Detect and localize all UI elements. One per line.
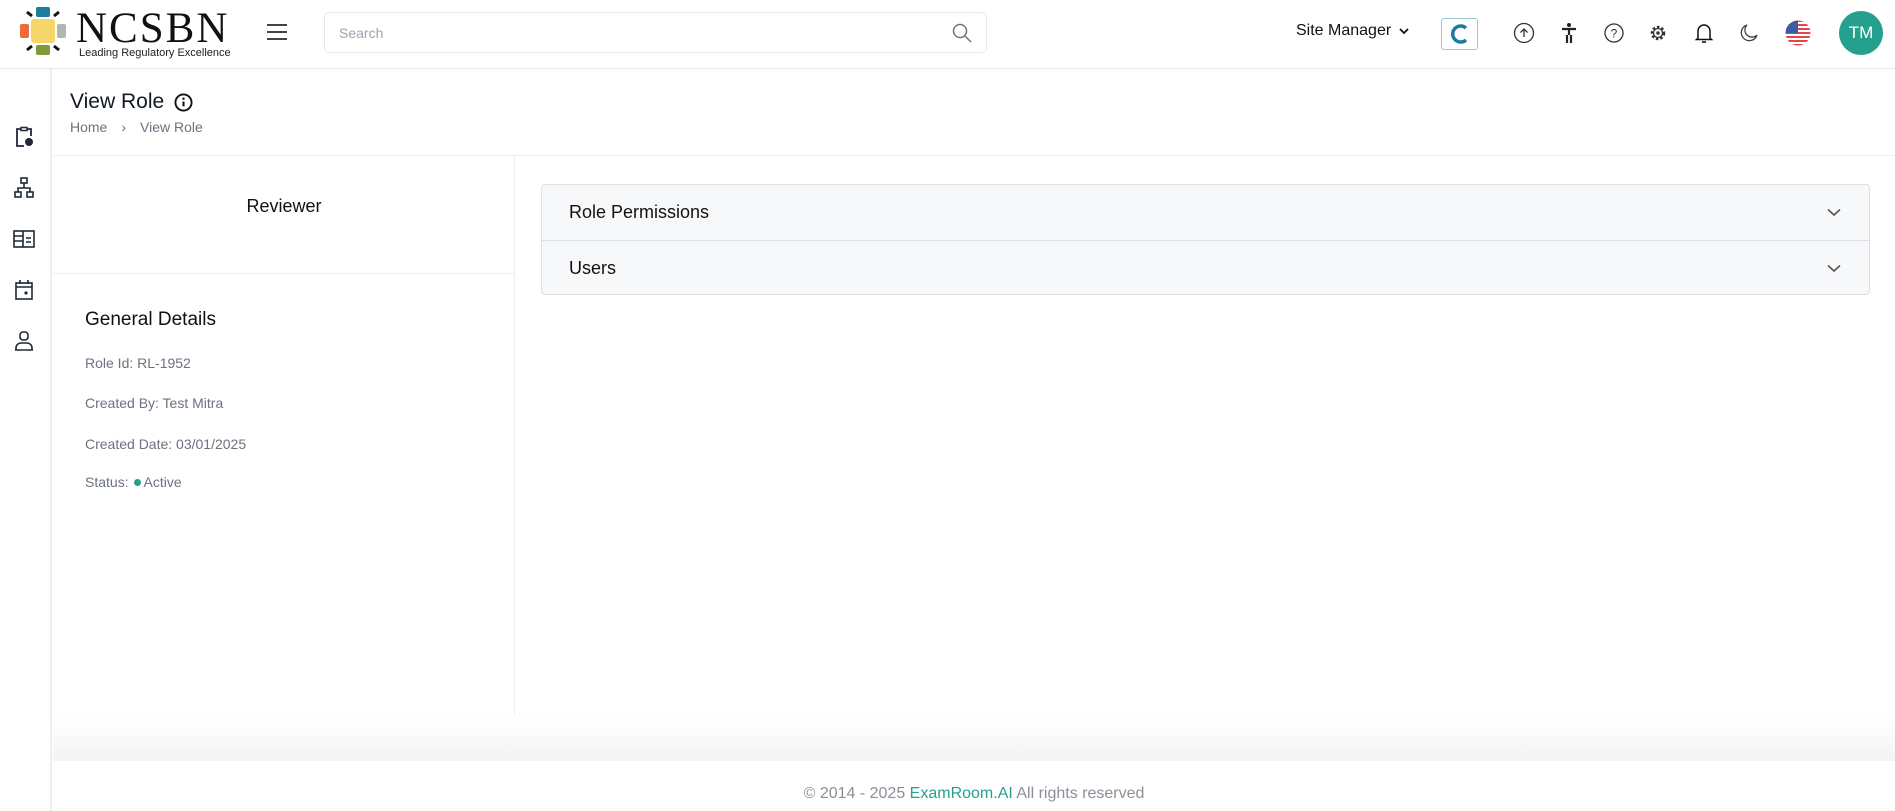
top-header: NCSBN Leading Regulatory Excellence Site… xyxy=(0,0,1895,69)
status-row: Status: Active xyxy=(85,474,182,490)
divider xyxy=(53,273,515,274)
footer-rights: All rights reserved xyxy=(1012,785,1145,802)
search-icon[interactable] xyxy=(952,23,972,43)
breadcrumb: Home › View Role xyxy=(70,119,203,135)
created-by: Created By: Test Mitra xyxy=(85,395,224,411)
sidebar xyxy=(0,69,52,811)
dark-mode-moon-icon[interactable] xyxy=(1736,20,1762,46)
examroom-link[interactable]: ExamRoom.AI xyxy=(910,785,1013,802)
role-details-panel: Reviewer General Details Role Id: RL-195… xyxy=(53,156,515,761)
footer-shadow xyxy=(53,715,1895,761)
ncsbn-logo-icon xyxy=(20,7,66,55)
chevron-down-icon xyxy=(1827,264,1841,272)
role-id: Role Id: RL-1952 xyxy=(85,355,191,371)
logo-tagline: Leading Regulatory Excellence xyxy=(79,47,231,59)
chevron-down-icon xyxy=(1399,27,1409,34)
search-input[interactable] xyxy=(339,24,952,41)
role-name: Reviewer xyxy=(246,196,322,216)
status-badge: Active xyxy=(143,474,182,490)
calendar-icon[interactable] xyxy=(12,278,36,302)
footer-copyright: © 2014 - 2025 xyxy=(803,785,910,802)
site-manager-label: Site Manager xyxy=(1296,22,1392,39)
directory-icon[interactable] xyxy=(12,227,36,251)
refresh-icon xyxy=(1450,24,1467,44)
menu-toggle-button[interactable] xyxy=(267,24,287,40)
status-dot-icon xyxy=(134,479,142,487)
refresh-button[interactable] xyxy=(1441,18,1478,50)
accordion-role-permissions[interactable]: Role Permissions xyxy=(542,185,1869,240)
accordion-label: Role Permissions xyxy=(569,202,710,222)
general-details-heading: General Details xyxy=(85,309,216,330)
logo-text: NCSBN xyxy=(76,5,230,52)
page-title-text: View Role xyxy=(70,90,165,113)
accessibility-icon[interactable] xyxy=(1556,20,1582,46)
status-label: Status: xyxy=(85,474,129,490)
clipboard-clock-icon[interactable] xyxy=(12,125,36,149)
role-accordion: Role Permissions Users xyxy=(541,184,1870,295)
chevron-down-icon xyxy=(1827,208,1841,217)
breadcrumb-separator: › xyxy=(121,119,127,135)
created-date: Created Date: 03/01/2025 xyxy=(85,436,247,452)
upload-icon[interactable] xyxy=(1511,20,1537,46)
site-manager-dropdown[interactable]: Site Manager xyxy=(1296,22,1409,40)
settings-gear-icon[interactable] xyxy=(1645,20,1671,46)
breadcrumb-current: View Role xyxy=(140,119,203,135)
info-icon[interactable] xyxy=(174,92,193,112)
notifications-bell-icon[interactable] xyxy=(1691,20,1717,46)
search-box xyxy=(324,12,987,53)
footer: © 2014 - 2025 ExamRoom.AI All rights res… xyxy=(53,761,1895,811)
svg-text:?: ? xyxy=(1611,27,1618,41)
user-avatar[interactable]: TM xyxy=(1839,11,1883,55)
user-icon[interactable] xyxy=(12,329,36,353)
accordion-label: Users xyxy=(569,257,617,278)
breadcrumb-home[interactable]: Home xyxy=(70,119,107,135)
accordion-users[interactable]: Users xyxy=(542,240,1869,294)
page-title: View Role xyxy=(70,90,193,114)
us-flag-icon[interactable] xyxy=(1785,20,1811,46)
org-chart-icon[interactable] xyxy=(12,176,36,200)
help-icon[interactable]: ? xyxy=(1601,20,1627,46)
